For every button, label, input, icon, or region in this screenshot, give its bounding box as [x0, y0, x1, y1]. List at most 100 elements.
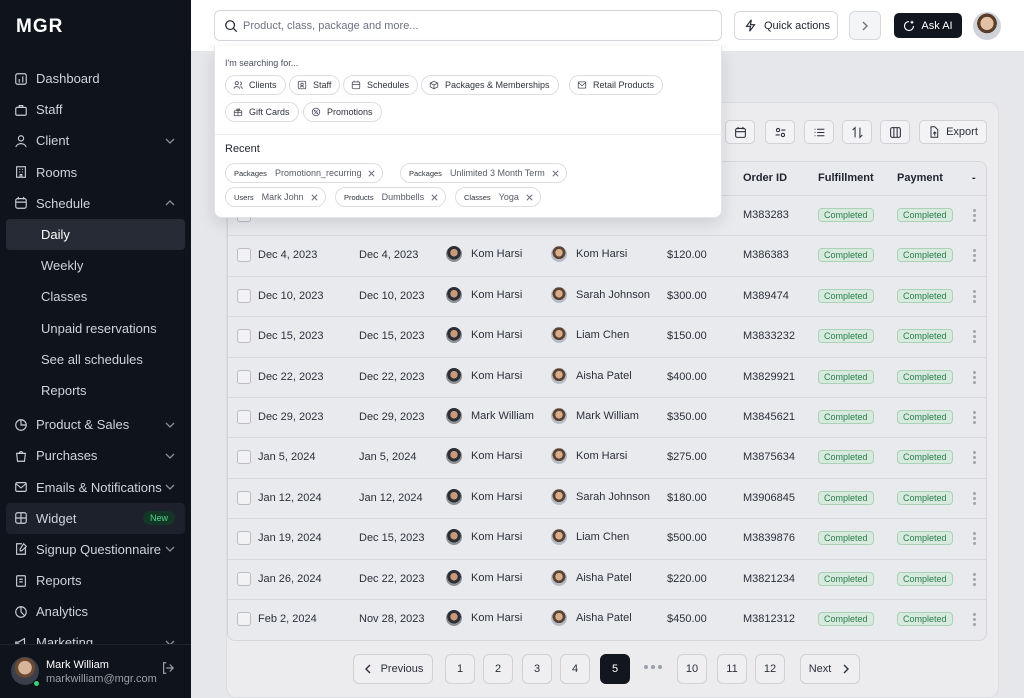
table-row[interactable]: Dec 4, 2023 Dec 4, 2023 Kom Harsi Kom Ha… [228, 235, 986, 275]
sidebar-item-purchases[interactable]: Purchases [0, 440, 191, 471]
table-row[interactable]: Dec 10, 2023 Dec 10, 2023 Kom Harsi Sara… [228, 275, 986, 316]
row-menu-icon[interactable] [973, 330, 976, 344]
search-input[interactable] [243, 16, 703, 36]
staff-cell: Kom Harsi [446, 286, 522, 303]
sidebar-subitem-daily[interactable]: Daily [6, 218, 185, 251]
row-checkbox[interactable] [237, 329, 251, 344]
row-menu-icon[interactable] [973, 289, 976, 304]
row-checkbox[interactable] [237, 288, 251, 303]
category-chip-promotions[interactable]: Promotions [303, 102, 382, 122]
row-checkbox[interactable] [237, 450, 251, 465]
col-fulfillment[interactable]: Fulfillment [818, 172, 874, 184]
close-icon[interactable] [525, 193, 534, 202]
sidebar-item-widget[interactable]: Widget New [6, 502, 185, 534]
category-chip-staff[interactable]: Staff [289, 75, 341, 95]
category-chip-packages-memberships[interactable]: Packages & Memberships [421, 75, 559, 95]
ask-ai-button[interactable]: Ask AI [894, 13, 962, 38]
col-order-id[interactable]: Order ID [743, 172, 787, 184]
row-menu-icon[interactable] [973, 370, 976, 385]
category-label: Clients [249, 80, 277, 90]
sidebar-item-label: Analytics [36, 604, 89, 620]
columns-button[interactable] [880, 120, 910, 144]
sidebar-item-schedule[interactable]: Schedule [0, 188, 191, 219]
row-menu-icon[interactable] [973, 491, 976, 506]
table-row[interactable]: Feb 2, 2024 Nov 28, 2023 Kom Harsi Aisha… [228, 599, 986, 639]
recent-search-chip[interactable]: Users Mark John [225, 187, 326, 207]
filter-button[interactable] [765, 120, 795, 144]
recent-search-chip[interactable]: Packages Promotionn_recurring [225, 163, 384, 183]
page-11-button[interactable]: 11 [717, 654, 747, 684]
sidebar-subitem-unpaid-reservations[interactable]: Unpaid reservations [6, 313, 185, 344]
table-row[interactable]: Dec 22, 2023 Dec 22, 2023 Kom Harsi Aish… [228, 356, 986, 397]
sidebar-subitem-see-all-schedules[interactable]: See all schedules [6, 344, 185, 375]
sidebar-item-product-sales[interactable]: Product & Sales [0, 409, 191, 440]
page-5-button[interactable]: 5 [600, 654, 630, 684]
sidebar-item-reports[interactable]: Reports [0, 565, 191, 596]
sidebar-subitem-weekly[interactable]: Weekly [6, 250, 185, 281]
sidebar-item-dashboard[interactable]: Dashboard [0, 63, 191, 94]
avatar[interactable] [973, 12, 1001, 40]
row-checkbox[interactable] [237, 490, 251, 505]
sort-button[interactable] [842, 120, 872, 144]
recent-search-chip[interactable]: Classes Yoga [455, 187, 541, 207]
page-1-button[interactable]: 1 [445, 654, 475, 684]
calendar-filter-button[interactable] [725, 120, 755, 144]
page-3-button[interactable]: 3 [522, 654, 552, 684]
search-box[interactable] [214, 10, 722, 41]
category-chip-clients[interactable]: Clients [225, 75, 286, 95]
sidebar-subitem-classes[interactable]: Classes [6, 281, 185, 312]
client-cell: Sarah Johnson [551, 286, 650, 303]
table-row[interactable]: Jan 19, 2024 Dec 15, 2023 Kom Harsi Liam… [228, 518, 986, 558]
row-checkbox[interactable] [237, 248, 251, 263]
page-2-button[interactable]: 2 [483, 654, 513, 684]
sidebar-item-staff[interactable]: Staff [0, 94, 191, 125]
next-button[interactable]: Next [800, 654, 860, 684]
row-checkbox[interactable] [237, 531, 251, 546]
row-checkbox[interactable] [237, 410, 251, 424]
forward-button[interactable] [849, 11, 881, 40]
sidebar-item-signup-questionnaire[interactable]: Signup Questionnaire [0, 534, 191, 565]
close-icon[interactable] [367, 169, 376, 178]
page-4-button[interactable]: 4 [560, 654, 590, 684]
sidebar-item-emails-notifications[interactable]: Emails & Notifications [0, 471, 191, 502]
sidebar-subitem-reports[interactable]: Reports [6, 375, 185, 406]
list-view-button[interactable] [804, 120, 834, 144]
row-menu-icon[interactable] [973, 249, 976, 263]
category-chip-schedules[interactable]: Schedules [343, 75, 419, 95]
table-row[interactable]: Jan 12, 2024 Jan 12, 2024 Kom Harsi Sara… [228, 477, 986, 518]
sidebar-item-client[interactable]: Client [0, 125, 191, 156]
quick-actions-button[interactable]: Quick actions [734, 11, 838, 40]
recent-search-chip[interactable]: Products Dumbbells [335, 187, 447, 207]
row-checkbox[interactable] [237, 571, 251, 586]
table-row[interactable]: Jan 5, 2024 Jan 5, 2024 Kom Harsi Kom Ha… [228, 437, 986, 477]
grid-icon [14, 511, 28, 525]
row-menu-icon[interactable] [973, 532, 976, 546]
close-icon[interactable] [310, 193, 319, 202]
row-checkbox[interactable] [237, 612, 251, 626]
online-indicator [33, 680, 40, 687]
row-menu-icon[interactable] [973, 572, 976, 587]
table-row[interactable]: Jan 26, 2024 Dec 22, 2023 Kom Harsi Aish… [228, 558, 986, 599]
category-chip-gift-cards[interactable]: Gift Cards [225, 102, 299, 122]
sidebar-item-analytics[interactable]: Analytics [0, 596, 191, 627]
previous-button[interactable]: Previous [353, 654, 433, 684]
page-12-button[interactable]: 12 [755, 654, 785, 684]
row-checkbox[interactable] [237, 369, 251, 384]
category-chip-retail-products[interactable]: Retail Products [569, 75, 664, 95]
close-icon[interactable] [430, 193, 439, 202]
row-menu-icon[interactable] [973, 613, 976, 627]
close-icon[interactable] [551, 169, 560, 178]
staff-name: Kom Harsi [471, 329, 523, 342]
row-menu-icon[interactable] [973, 209, 976, 223]
col-payment[interactable]: Payment [897, 172, 943, 184]
table-row[interactable]: Dec 15, 2023 Dec 15, 2023 Kom Harsi Liam… [228, 316, 986, 356]
row-menu-icon[interactable] [973, 411, 976, 425]
logout-icon[interactable] [161, 661, 175, 675]
recent-search-chip[interactable]: Packages Unlimited 3 Month Term [400, 163, 567, 183]
user-profile[interactable]: Mark William markwilliam@mgr.com [0, 644, 191, 698]
table-row[interactable]: Dec 29, 2023 Dec 29, 2023 Mark William M… [228, 397, 986, 437]
row-menu-icon[interactable] [973, 451, 976, 465]
sidebar-item-rooms[interactable]: Rooms [0, 157, 191, 188]
export-button[interactable]: Export [919, 120, 987, 144]
page-10-button[interactable]: 10 [677, 654, 707, 684]
